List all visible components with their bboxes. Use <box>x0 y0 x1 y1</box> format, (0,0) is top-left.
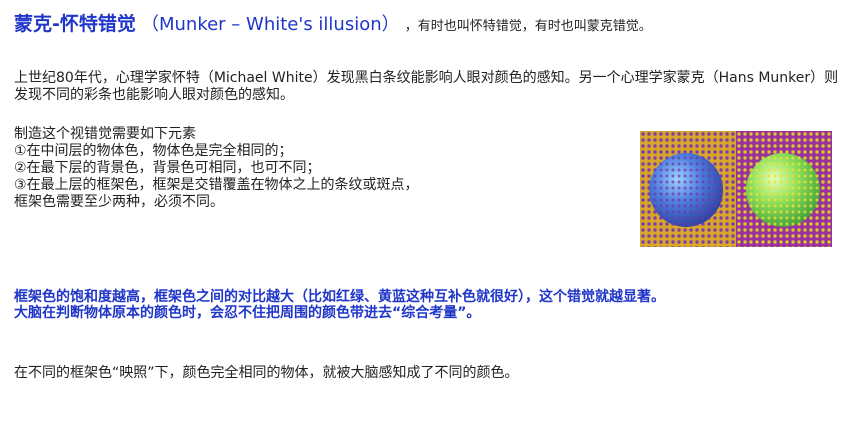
title-note: ，有时也叫怀特错觉，有时也叫蒙克错觉。 <box>404 19 652 34</box>
elements-item-3: ③在最上层的框架色，框架是交错覆盖在物体之上的条纹或斑点， <box>14 177 419 193</box>
conclusion-paragraph: 在不同的框架色“映照”下，颜色完全相同的物体，就被大脑感知成了不同的颜色。 <box>14 365 519 381</box>
title-line: 蒙克-怀特错觉 （Munker – White's illusion） ，有时也… <box>14 10 854 41</box>
emphasis-block: 框架色的饱和度越高，框架色之间的对比越大（比如红绿、黄蓝这种互补色就很好），这个… <box>14 289 844 321</box>
emphasis-line-2: 大脑在判断物体原本的颜色时，会忍不住把周围的颜色带进去“综合考量”。 <box>14 305 481 321</box>
elements-item-3-continued: 框架色需要至少两种，必须不同。 <box>14 194 224 210</box>
elements-heading: 制造这个视错觉需要如下元素 <box>14 126 196 142</box>
page-title: 蒙克-怀特错觉 <box>14 13 136 35</box>
illusion-image <box>640 131 832 247</box>
intro-paragraph: 上世纪80年代，心理学家怀特（Michael White）发现黑白条纹能影响人眼… <box>14 70 839 103</box>
left-sphere-dots <box>649 153 723 227</box>
page-title-english: （Munker – White's illusion） <box>140 14 400 35</box>
elements-item-1: ①在中间层的物体色，物体色是完全相同的； <box>14 143 293 159</box>
right-sphere-dots <box>746 153 820 227</box>
elements-list: 制造这个视错觉需要如下元素 ①在中间层的物体色，物体色是完全相同的； ②在最下层… <box>14 126 614 211</box>
elements-item-2: ②在最下层的背景色，背景色可相同，也可不同； <box>14 160 321 176</box>
emphasis-line-1: 框架色的饱和度越高，框架色之间的对比越大（比如红绿、黄蓝这种互补色就很好），这个… <box>14 289 665 305</box>
